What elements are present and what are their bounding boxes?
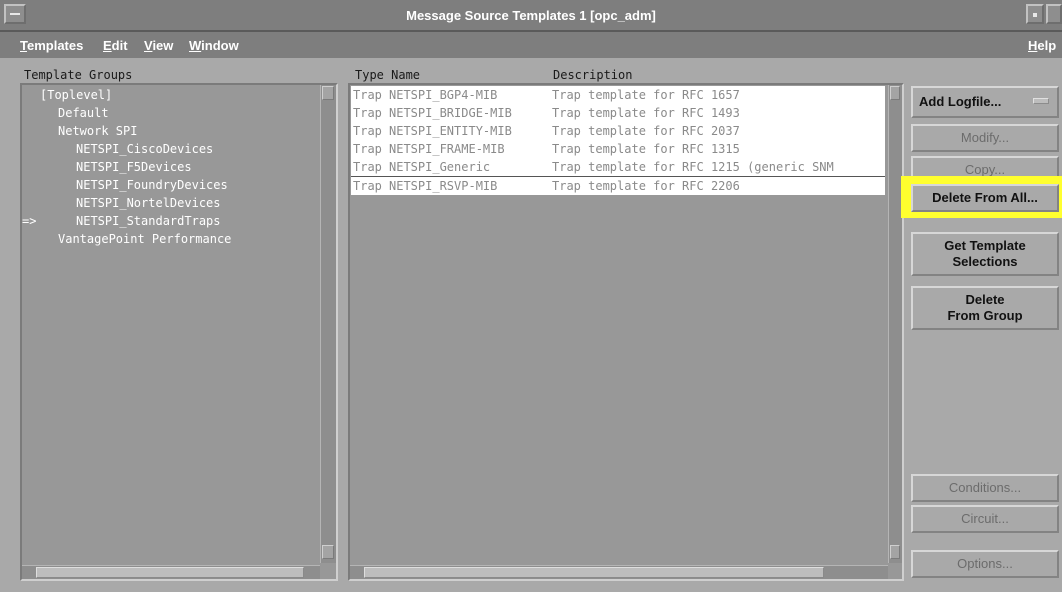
delete-from-all-button[interactable]: Delete From All... (911, 184, 1059, 212)
row-description: Trap template for RFC 1493 (552, 106, 740, 120)
row-name: NETSPI_ENTITY-MIB (389, 124, 512, 138)
delete-group-label-1: Delete (965, 292, 1005, 307)
row-description: Trap template for RFC 2037 (552, 124, 740, 138)
table-row[interactable]: Trap NETSPI_BRIDGE-MIB Trap template for… (351, 104, 885, 122)
modify-button[interactable]: Modify... (911, 124, 1059, 152)
menu-bar: Templates Edit View Window Help (0, 32, 1062, 58)
add-logfile-label: Add Logfile... (919, 94, 1002, 109)
row-type: Trap (353, 160, 382, 174)
add-logfile-option-menu[interactable]: Add Logfile... (911, 86, 1059, 118)
group-item-nortel[interactable]: NETSPI_NortelDevices (76, 196, 221, 210)
get-template-label-2: Selections (952, 254, 1018, 269)
template-groups-header: Template Groups (24, 68, 133, 82)
scroll-down-icon[interactable] (890, 545, 900, 559)
circuit-button[interactable]: Circuit... (911, 505, 1059, 533)
templates-horizontal-scrollbar[interactable] (350, 565, 888, 579)
templates-list[interactable]: Trap NETSPI_BGP4-MIB Trap template for R… (351, 86, 885, 195)
group-item-foundry[interactable]: NETSPI_FoundryDevices (76, 178, 228, 192)
row-type: Trap (353, 88, 382, 102)
options-button[interactable]: Options... (911, 550, 1059, 578)
row-name: NETSPI_BRIDGE-MIB (389, 106, 512, 120)
table-row[interactable]: Trap NETSPI_ENTITY-MIB Trap template for… (351, 122, 885, 140)
row-type: Trap (353, 124, 382, 138)
menu-view[interactable]: View (144, 38, 173, 53)
row-description: Trap template for RFC 1315 (552, 142, 740, 156)
window-title: Message Source Templates 1 [opc_adm] (406, 8, 656, 23)
templates-hscroll-thumb[interactable] (364, 567, 824, 578)
table-row[interactable]: Trap NETSPI_BGP4-MIB Trap template for R… (351, 86, 885, 104)
group-item-standardtraps[interactable]: NETSPI_StandardTraps (76, 214, 221, 228)
groups-horizontal-scrollbar[interactable] (22, 565, 320, 579)
row-name: NETSPI_Generic (389, 160, 491, 174)
groups-vertical-scrollbar[interactable] (320, 85, 336, 563)
title-bar: Message Source Templates 1 [opc_adm] (0, 0, 1062, 32)
group-item-vantagepoint[interactable]: VantagePoint Performance (58, 232, 231, 246)
group-item-toplevel[interactable]: [Toplevel] (40, 88, 112, 102)
group-item-f5[interactable]: NETSPI_F5Devices (76, 160, 192, 174)
delete-group-label-2: From Group (947, 308, 1023, 323)
delete-from-group-button[interactable]: Delete From Group (911, 286, 1059, 330)
menu-edit[interactable]: Edit (103, 38, 128, 53)
column-header-description[interactable]: Description (553, 68, 632, 82)
row-name: NETSPI_BGP4-MIB (389, 88, 498, 102)
template-groups-list[interactable]: [Toplevel] Default Network SPI NETSPI_Ci… (20, 83, 338, 581)
group-item-default[interactable]: Default (58, 106, 109, 120)
row-name: NETSPI_RSVP-MIB (389, 179, 498, 193)
row-type: Trap (353, 179, 382, 193)
scroll-down-icon[interactable] (322, 545, 334, 559)
table-row[interactable]: Trap NETSPI_FRAME-MIB Trap template for … (351, 140, 885, 158)
scroll-up-icon[interactable] (322, 86, 334, 100)
table-row[interactable]: Trap NETSPI_Generic Trap template for RF… (351, 158, 885, 176)
option-menu-icon (1033, 98, 1049, 104)
row-description: Trap template for RFC 1215 (generic SNM (552, 160, 834, 174)
menu-templates[interactable]: Templates (20, 38, 83, 53)
row-name: NETSPI_FRAME-MIB (389, 142, 505, 156)
templates-vertical-scrollbar[interactable] (888, 85, 902, 563)
group-item-network-spi[interactable]: Network SPI (58, 124, 137, 138)
menu-window[interactable]: Window (189, 38, 239, 53)
minimize-icon[interactable] (1026, 4, 1044, 24)
groups-hscroll-thumb[interactable] (36, 567, 304, 578)
get-template-selections-button[interactable]: Get Template Selections (911, 232, 1059, 276)
row-description: Trap template for RFC 1657 (552, 88, 740, 102)
row-description: Trap template for RFC 2206 (552, 179, 740, 193)
maximize-icon[interactable] (1046, 4, 1062, 24)
get-template-label-1: Get Template (944, 238, 1026, 253)
scroll-up-icon[interactable] (890, 86, 900, 100)
menu-help[interactable]: Help (1028, 38, 1056, 53)
column-header-type-name[interactable]: Type Name (355, 68, 420, 82)
row-type: Trap (353, 106, 382, 120)
table-row[interactable]: Trap NETSPI_RSVP-MIB Trap template for R… (351, 176, 885, 194)
row-type: Trap (353, 142, 382, 156)
current-group-pointer: => (22, 214, 37, 228)
conditions-button[interactable]: Conditions... (911, 474, 1059, 502)
group-item-cisco[interactable]: NETSPI_CiscoDevices (76, 142, 213, 156)
